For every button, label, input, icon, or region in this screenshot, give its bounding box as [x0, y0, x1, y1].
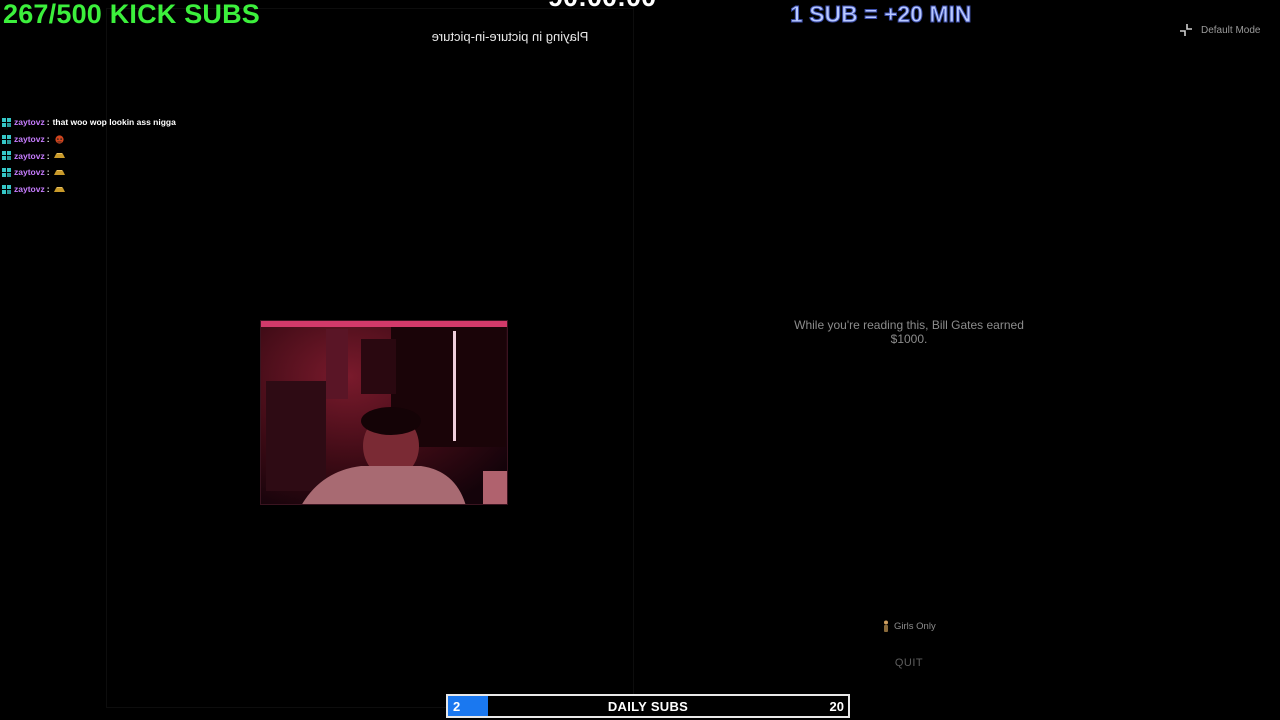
chat-username[interactable]: zaytovz: [14, 167, 45, 177]
girls-only-filter[interactable]: Girls Only: [882, 620, 936, 632]
quit-button[interactable]: QUIT: [888, 657, 930, 669]
chat-username[interactable]: zaytovz: [14, 117, 45, 127]
gold-bar-emote-icon: [53, 186, 65, 192]
chat-badge-icon: [2, 167, 11, 177]
person-icon: [884, 620, 888, 632]
chat-message: zaytovz :: [2, 164, 302, 181]
chat-username[interactable]: zaytovz: [14, 184, 45, 194]
default-mode-button[interactable]: Default Mode: [1178, 22, 1260, 38]
daily-subs-progress-bar: 2 DAILY SUBS 20: [446, 694, 850, 718]
collapse-arrows-icon: [1180, 24, 1192, 36]
chat-text: that woo wop lookin ass nigga: [52, 117, 176, 128]
gold-bar-emote-icon: [53, 153, 65, 159]
daily-subs-goal: 20: [829, 699, 844, 714]
filter-label: Girls Only: [894, 620, 936, 632]
chat-message: zaytovz : that woo wop lookin ass nigga: [2, 114, 302, 131]
chat-separator: :: [46, 167, 50, 178]
sub-rate-label: 1 SUB = +20 MIN: [790, 1, 973, 28]
chat-separator: :: [46, 117, 50, 128]
chat-feed: zaytovz : that woo wop lookin ass nigga …: [2, 114, 302, 197]
chat-message: zaytovz :: [2, 131, 302, 148]
chat-separator: :: [46, 150, 50, 161]
chat-badge-icon: [2, 134, 11, 144]
sub-goal-counter: 267/500 KICK SUBS: [3, 0, 261, 29]
picture-in-picture-label: Playing in picture-in-picture: [431, 29, 589, 44]
chat-message: zaytovz :: [2, 147, 302, 164]
angry-face-emote-icon: [54, 134, 64, 144]
bill-gates-fact: While you're reading this, Bill Gates ea…: [794, 318, 1024, 346]
chat-badge-icon: [2, 117, 11, 127]
chat-separator: :: [46, 134, 50, 145]
chat-separator: :: [46, 184, 50, 195]
chat-message: zaytovz :: [2, 181, 302, 198]
subathon-timer: 90:00:00: [548, 0, 656, 13]
chat-badge-icon: [2, 151, 11, 161]
gold-bar-emote-icon: [53, 169, 65, 175]
daily-subs-title: DAILY SUBS: [607, 699, 689, 714]
chat-username[interactable]: zaytovz: [14, 134, 45, 144]
webcam-feed[interactable]: [260, 320, 508, 505]
chat-username[interactable]: zaytovz: [14, 151, 45, 161]
stream-overlay: 267/500 KICK SUBS 90:00:00 1 SUB = +20 M…: [0, 0, 1280, 720]
webcam-image: [261, 321, 507, 504]
mode-label: Default Mode: [1201, 24, 1261, 36]
chat-badge-icon: [2, 184, 11, 194]
